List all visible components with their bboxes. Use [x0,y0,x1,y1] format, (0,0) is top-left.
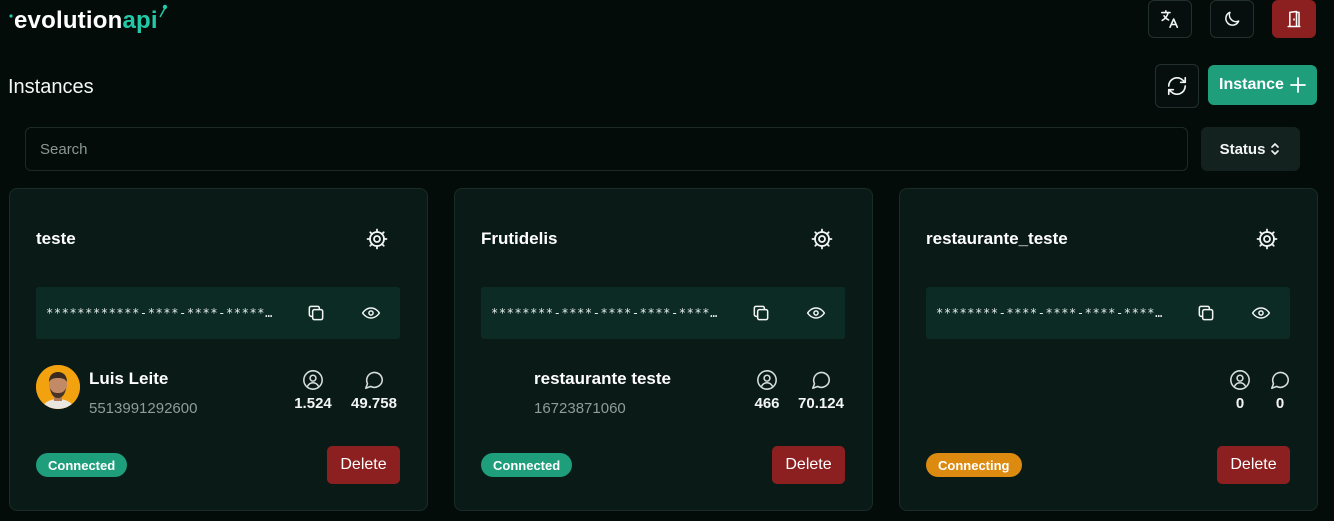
delete-button[interactable]: Delete [1217,446,1290,484]
chevron-up-down-icon [1271,143,1280,155]
copy-icon[interactable] [1196,303,1216,323]
page-title: Instances [8,76,94,98]
gear-icon[interactable] [810,227,834,251]
chat-bubble-icon [364,371,384,390]
messages-count: 0 [1275,395,1285,412]
contacts-count: 1.524 [294,395,332,412]
avatar-icon [36,365,80,409]
create-instance-button[interactable]: Instance [1208,65,1317,105]
top-actions [1148,0,1316,38]
profile-number: 5513991292600 [89,400,198,417]
eye-icon[interactable] [360,303,382,323]
eye-icon[interactable] [1250,303,1272,323]
refresh-button[interactable] [1155,64,1199,108]
create-instance-label: Instance [1219,76,1284,93]
plus-icon [1290,77,1306,93]
api-token-box: ************-****-****-************ [36,287,400,339]
delete-button[interactable]: Delete [327,446,400,484]
title-row: Instances Instance [8,64,1317,108]
messages-count: 49.758 [351,395,397,412]
messages-stat: 49.758 [344,369,404,412]
status-filter-label: Status [1219,140,1266,158]
app-logo[interactable]: evolutionapi [8,4,168,38]
refresh-icon [1167,76,1187,96]
instance-name: teste [36,229,76,248]
user-circle-icon [303,370,323,390]
chat-bubble-icon [811,371,831,390]
api-token-box: ********-****-****-****-************ [481,287,845,339]
gear-icon[interactable] [365,227,389,251]
api-token-box: ********-****-****-****-************ [926,287,1290,339]
translate-button[interactable] [1148,0,1192,38]
copy-icon[interactable] [306,303,326,323]
chat-bubble-icon [1270,371,1290,390]
instance-card: restaurante_teste ********-****-****-***… [899,188,1318,511]
delete-button[interactable]: Delete [772,446,845,484]
avatar [36,365,80,409]
status-badge: Connected [36,453,128,477]
contacts-stat: 1.524 [283,369,343,412]
instance-name: restaurante_teste [926,229,1068,248]
logout-button[interactable] [1272,0,1316,38]
user-circle-icon [757,370,777,390]
status-badge: Connected [481,453,573,477]
search-input[interactable] [25,127,1188,171]
profile-number: 16723871060 [534,400,626,417]
instance-name: Frutidelis [481,229,558,248]
messages-stat: 70.124 [791,369,851,412]
translate-icon [1160,9,1179,29]
api-token: ********-****-****-****-************ [491,306,725,320]
api-token: ********-****-****-****-************ [936,306,1170,320]
copy-icon[interactable] [751,303,771,323]
profile-name: restaurante teste [534,369,672,388]
moon-icon [1225,11,1240,26]
instance-card: Frutidelis ********-****-****-****-*****… [454,188,873,511]
user-circle-icon [1230,370,1250,390]
status-filter-button[interactable]: Status [1201,127,1300,171]
status-badge: Connecting [926,453,1022,477]
profile-name: Luis Leite [89,369,169,388]
logo-dots-icon [9,4,168,18]
contacts-stat: 466 [737,369,797,412]
contacts-count: 466 [754,395,780,412]
messages-stat: 0 [1250,369,1310,412]
theme-toggle-button[interactable] [1210,0,1254,38]
door-exit-icon [1287,10,1301,28]
instance-card: teste ************-****-****-***********… [9,188,428,511]
gear-icon[interactable] [1255,227,1279,251]
api-token: ************-****-****-************ [46,306,280,320]
eye-icon[interactable] [805,303,827,323]
messages-count: 70.124 [798,395,844,412]
